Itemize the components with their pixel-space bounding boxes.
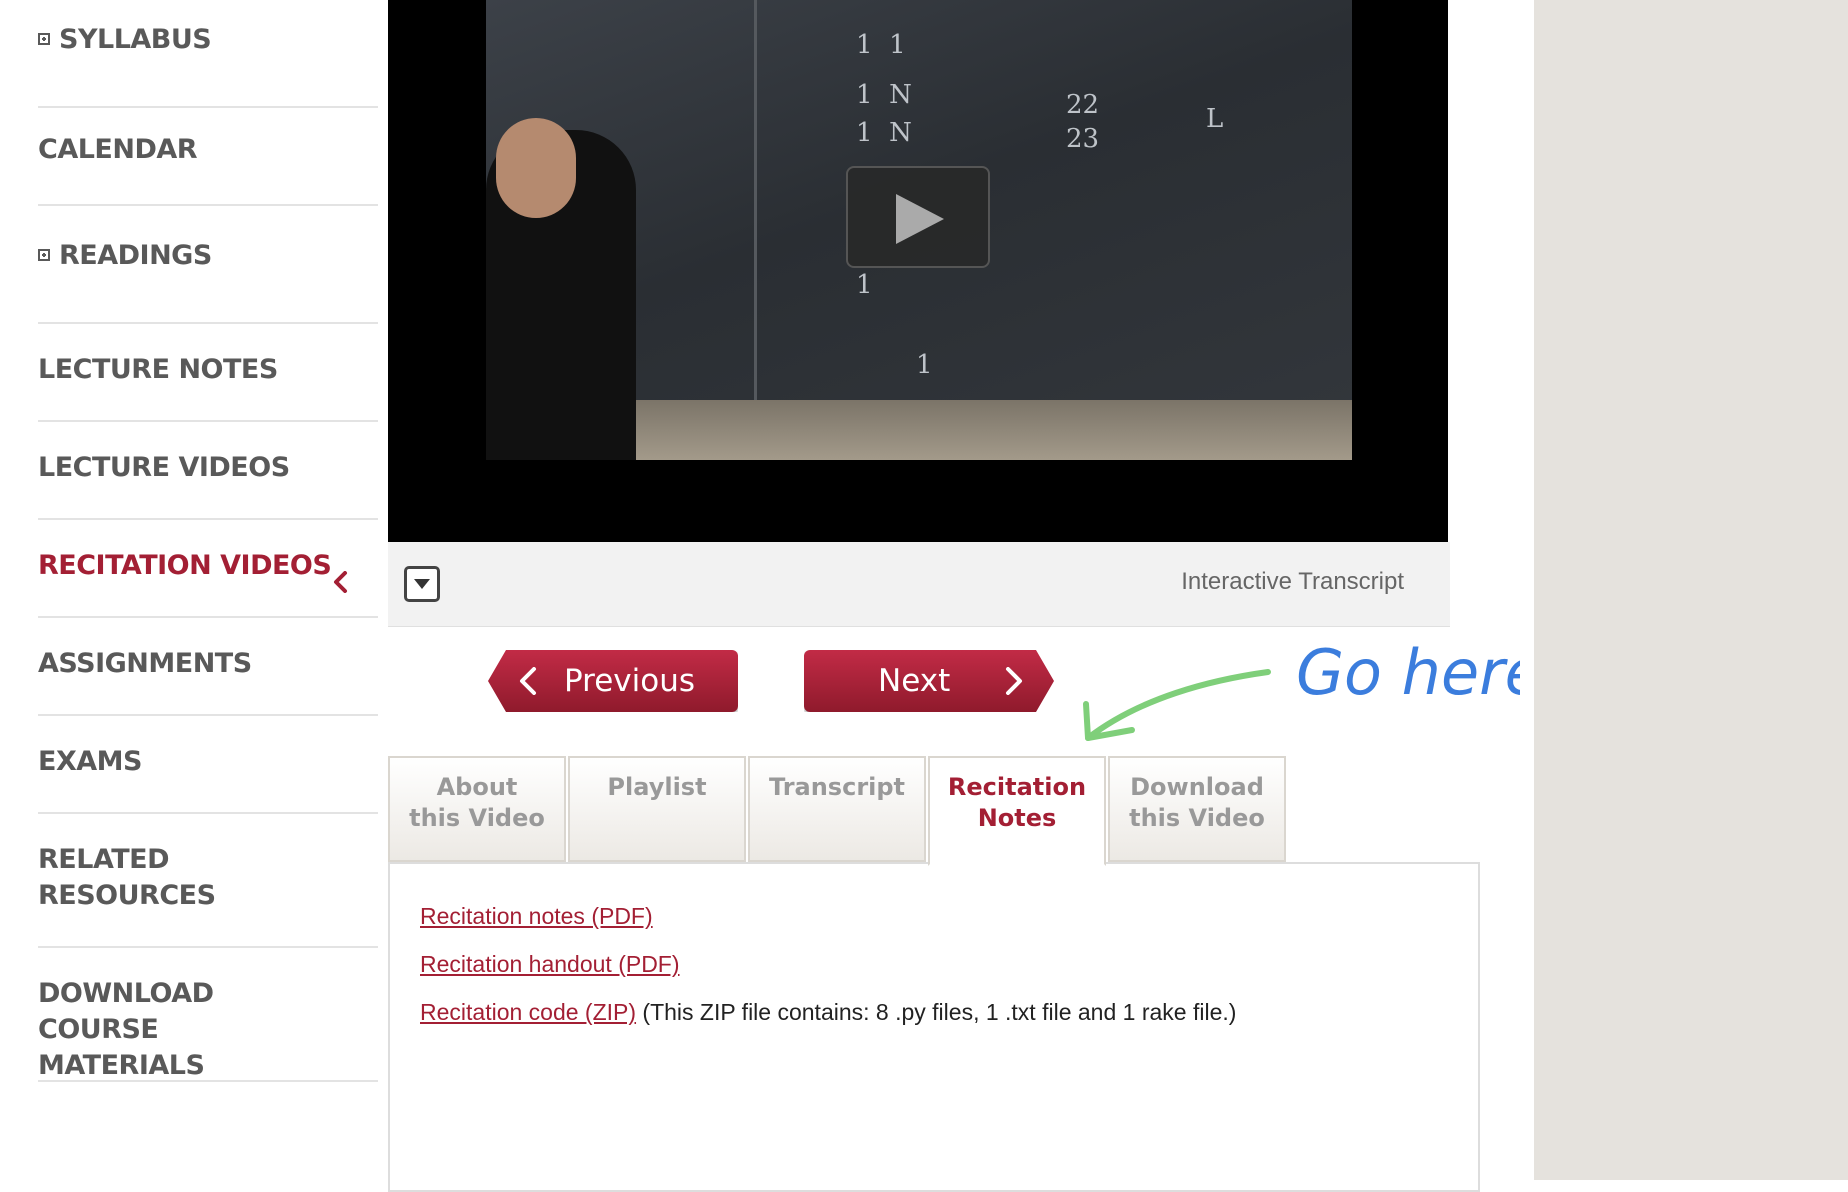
tab-download-this-video[interactable]: Download this Video: [1108, 756, 1286, 862]
chevron-right-icon: [1004, 667, 1024, 695]
chalk-marks: L: [1206, 104, 1224, 134]
chalk-marks: 1: [856, 270, 873, 300]
sidebar-item-label: READINGS: [59, 240, 212, 271]
list-item: Recitation handout (PDF): [420, 940, 1236, 988]
recitation-code-zip-link[interactable]: Recitation code (ZIP): [420, 999, 636, 1025]
sidebar-item-lecture-videos[interactable]: LECTURE VIDEOS: [38, 450, 378, 520]
recitation-links: Recitation notes (PDF) Recitation handou…: [420, 892, 1236, 1036]
sidebar-item-label: EXAMS: [38, 746, 142, 777]
sidebar-item-calendar[interactable]: CALENDAR: [38, 132, 378, 206]
transcript-bar: Interactive Transcript: [388, 542, 1450, 627]
sidebar-item-label: RECITATION VIDEOS: [38, 550, 332, 581]
next-label: Next: [878, 663, 951, 699]
expand-plus-icon[interactable]: [38, 249, 50, 261]
sidebar-item-download-course-materials[interactable]: DOWNLOAD COURSE MATERIALS: [38, 976, 378, 1082]
chalk-marks: 22: [1066, 90, 1100, 120]
chalk-marks: 1 N: [856, 80, 912, 110]
sidebar-item-label: SYLLABUS: [59, 24, 212, 55]
interactive-transcript-label[interactable]: Interactive Transcript: [1181, 568, 1404, 596]
sidebar-item-label: LECTURE NOTES: [38, 354, 278, 385]
tab-about-this-video[interactable]: About this Video: [388, 756, 566, 862]
chalk-marks: 1 N: [856, 118, 912, 148]
next-button[interactable]: Next: [804, 650, 1054, 712]
transcript-toggle-button[interactable]: [404, 566, 440, 602]
chalkboard-divider: [754, 0, 757, 460]
tab-label-line1: Playlist: [607, 773, 707, 801]
list-item: Recitation code (ZIP) (This ZIP file con…: [420, 988, 1236, 1036]
sidebar-item-label: LECTURE VIDEOS: [38, 452, 290, 483]
chevron-left-icon: [520, 667, 536, 695]
tab-label-line1: Download: [1130, 773, 1264, 801]
tab-transcript[interactable]: Transcript: [748, 756, 926, 862]
sidebar-item-label: DOWNLOAD COURSE MATERIALS: [38, 978, 214, 1081]
caret-down-icon: [414, 579, 430, 589]
tab-label-line2: this Video: [1129, 804, 1265, 832]
expand-plus-icon[interactable]: [38, 33, 50, 45]
sidebar-item-readings[interactable]: READINGS: [38, 238, 378, 324]
previous-button[interactable]: Previous: [488, 650, 738, 712]
tab-label-line1: About: [436, 773, 518, 801]
sidebar-item-assignments[interactable]: ASSIGNMENTS: [38, 646, 378, 716]
play-icon: [896, 194, 944, 244]
sidebar-item-recitation-videos[interactable]: RECITATION VIDEOS: [38, 548, 378, 618]
list-item: Recitation notes (PDF): [420, 892, 1236, 940]
tab-label-line2: this Video: [409, 804, 545, 832]
sidebar-item-related-resources[interactable]: RELATED RESOURCES: [38, 842, 378, 948]
annotation-arrow: [1085, 669, 1271, 741]
tab-label-line1: Transcript: [768, 773, 906, 801]
sidebar-item-label: RELATED RESOURCES: [38, 844, 216, 911]
handwritten-annotation: Go here: [1083, 636, 1520, 741]
recitation-notes-pdf-link[interactable]: Recitation notes (PDF): [420, 903, 653, 929]
previous-label: Previous: [564, 663, 696, 699]
play-button[interactable]: [846, 166, 990, 268]
right-gutter: [1534, 0, 1848, 1180]
sidebar-item-syllabus[interactable]: SYLLABUS: [38, 22, 378, 108]
presenter-head: [496, 118, 576, 218]
recitation-notes-panel: Recitation notes (PDF) Recitation handou…: [388, 862, 1480, 1192]
sidebar-item-label: ASSIGNMENTS: [38, 648, 252, 679]
sidebar-item-lecture-notes[interactable]: LECTURE NOTES: [38, 352, 378, 422]
tab-label-line2: Notes: [977, 804, 1057, 832]
tab-playlist[interactable]: Playlist: [568, 756, 746, 862]
tab-recitation-notes[interactable]: Recitation Notes: [928, 756, 1106, 866]
chalk-marks: 1: [916, 350, 933, 380]
chalk-marks: 23: [1066, 124, 1100, 154]
tab-label-line1: Recitation: [947, 773, 1087, 801]
video-player[interactable]: 1 1 1 N 1 N 1 1 22 23 L: [388, 0, 1448, 542]
recitation-handout-pdf-link[interactable]: Recitation handout (PDF): [420, 951, 680, 977]
chalk-marks: 1 1: [856, 30, 906, 60]
sidebar-item-label: CALENDAR: [38, 134, 198, 165]
sidebar-item-exams[interactable]: EXAMS: [38, 744, 378, 814]
chevron-left-icon: [334, 571, 347, 593]
chalkboard-ledge: [596, 400, 1352, 460]
annotation-text: Go here: [1296, 636, 1520, 709]
zip-contents-note: (This ZIP file contains: 8 .py files, 1 …: [636, 999, 1237, 1025]
